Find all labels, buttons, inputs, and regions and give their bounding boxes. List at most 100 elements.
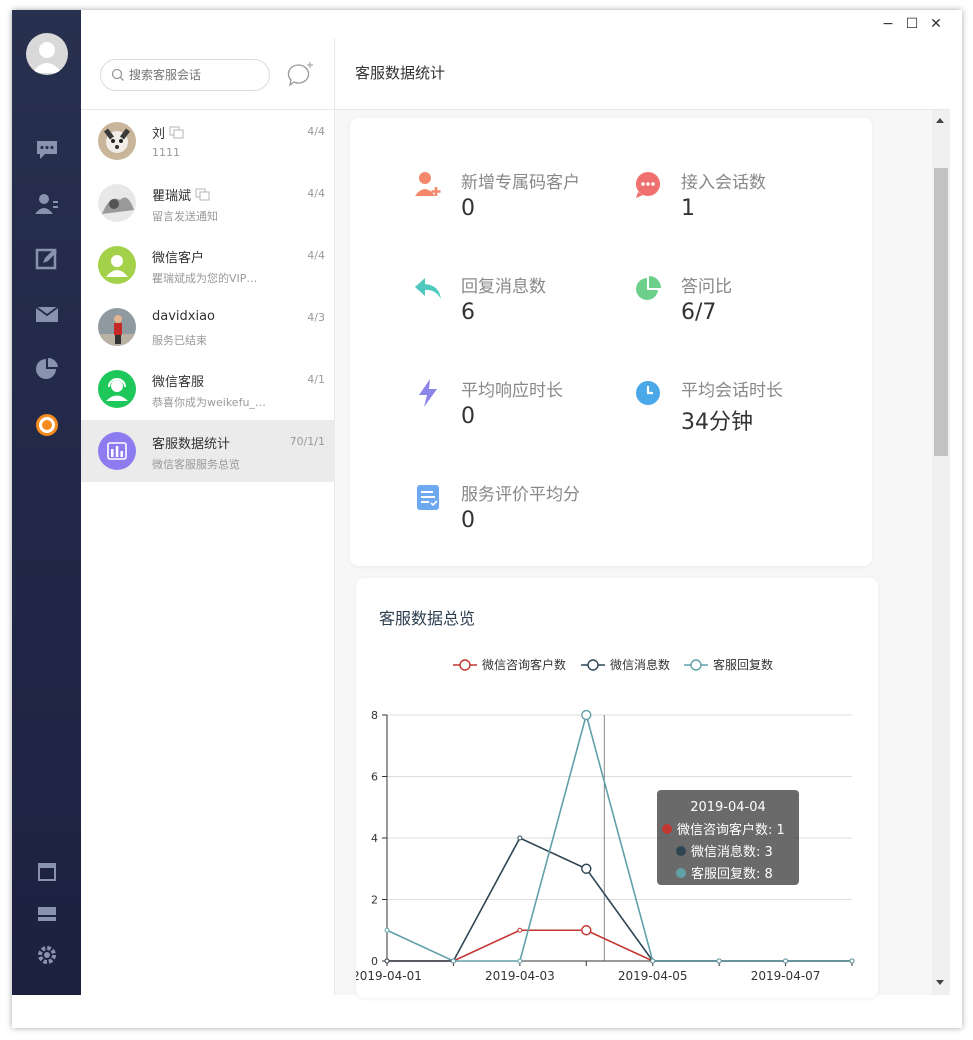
- stat-value: 0: [461, 196, 475, 221]
- conversation-preview: 瞿瑞斌成为您的VIP…: [152, 272, 258, 285]
- conversation-date: 4/4: [307, 249, 325, 262]
- new-chat-icon[interactable]: [286, 60, 316, 90]
- avatar: [98, 246, 136, 284]
- scroll-down-icon[interactable]: [936, 980, 944, 985]
- avatar: [98, 184, 136, 222]
- stat-label: 新增专属码客户: [461, 173, 580, 193]
- scroll-up-icon[interactable]: [936, 118, 944, 123]
- legend-item[interactable]: 微信消息数: [581, 657, 670, 672]
- conversation-name: 微信客服: [152, 375, 205, 390]
- conversation-item[interactable]: 微信客服恭喜你成为weikefu_… 4/1: [81, 358, 335, 420]
- window-icon[interactable]: [32, 857, 62, 887]
- search-input[interactable]: [129, 68, 249, 82]
- contacts-icon[interactable]: [32, 189, 62, 219]
- data-point: [450, 958, 456, 964]
- stat-item: 答问比 6/7: [633, 272, 853, 342]
- tooltip-marker: [676, 868, 686, 878]
- x-tick-label: 2019-04-05: [618, 969, 688, 983]
- y-tick-label: 2: [371, 894, 378, 907]
- conversation-name: davidxiao: [152, 309, 216, 324]
- stats-card: 新增专属码客户 0 接入会话数 1 回复消息数 6 答问比 6/7 平均响应时长 0 平均会话时长 3…: [350, 118, 872, 566]
- search-box[interactable]: [100, 59, 270, 91]
- chat-icon[interactable]: [32, 134, 62, 164]
- minimize-button[interactable]: −: [878, 14, 898, 34]
- conversation-name: 微信客户: [152, 251, 205, 266]
- x-tick-label: 2019-04-07: [751, 969, 821, 983]
- y-tick-label: 0: [371, 955, 378, 968]
- data-point: [517, 927, 523, 933]
- chart-card: 客服数据总览 微信咨询客户数 微信消息数 客服回复数 0 2 4 6 8 2019-04-01 2…: [356, 578, 878, 998]
- mail-icon[interactable]: [32, 299, 62, 329]
- conversation-item[interactable]: davidxiao 服务已结束 4/3: [81, 296, 335, 358]
- tooltip-line: 客服回复数: 8: [691, 866, 773, 882]
- close-button[interactable]: ✕: [926, 14, 946, 34]
- copy-icon: [169, 126, 184, 143]
- scrollbar[interactable]: [932, 110, 950, 995]
- tooltip-line: 微信咨询客户数: 1: [677, 822, 785, 838]
- app-window: − ☐ ✕ 刘11114/4瞿瑞斌留言发送通知4/4微信客户瞿瑞斌成为您的VIP…: [12, 10, 962, 1028]
- data-point: [581, 709, 592, 721]
- data-point: [384, 927, 390, 933]
- data-point: [716, 958, 722, 964]
- legend-item[interactable]: 微信咨询客户数: [453, 657, 566, 672]
- data-point: [783, 958, 789, 964]
- search-row: [81, 38, 335, 110]
- tooltip-marker: [676, 846, 686, 856]
- conversation-preview: 服务已结束: [152, 334, 207, 347]
- stat-value: 1: [681, 196, 695, 221]
- conversation-preview: 留言发送通知: [152, 210, 218, 223]
- stat-label: 服务评价平均分: [461, 485, 580, 505]
- conversation-preview: 1111: [152, 146, 180, 159]
- conversation-list: 刘 1111 4/4 瞿瑞斌留言发送通知 4/4 微信客户瞿瑞斌成为您的VIP… 4/4 da…: [81, 38, 335, 995]
- conversation-preview: 恭喜你成为weikefu_…: [152, 396, 266, 409]
- stat-label: 接入会话数: [681, 173, 766, 193]
- data-point: [517, 835, 523, 841]
- edit-icon[interactable]: [32, 244, 62, 274]
- legend-label: 微信咨询客户数: [482, 657, 566, 672]
- pie-chart-icon[interactable]: [32, 354, 62, 384]
- conversation-item[interactable]: 刘 1111 4/4: [81, 110, 335, 172]
- conversation-date: 70/1/1: [289, 435, 325, 448]
- search-icon: [111, 68, 124, 81]
- maximize-button[interactable]: ☐: [902, 14, 922, 34]
- conversation-name: 瞿瑞斌: [152, 185, 210, 205]
- stat-value: 6: [461, 300, 475, 325]
- stat-value: 0: [461, 508, 475, 533]
- stat-item: 平均响应时长 0: [413, 376, 633, 446]
- stat-item: 新增专属码客户 0: [413, 168, 633, 238]
- conversation-item[interactable]: 客服数据统计 微信客服服务总览 70/1/1: [81, 420, 335, 482]
- conversation-date: 4/4: [307, 125, 325, 138]
- line-chart: 微信咨询客户数 微信消息数 客服回复数 0 2 4 6 8 2019-04-01 2019-04-…: [356, 657, 855, 983]
- scrollbar-thumb[interactable]: [934, 168, 948, 456]
- device-icon[interactable]: [32, 899, 62, 929]
- conversation-item[interactable]: 瞿瑞斌 留言发送通知 4/4: [81, 172, 335, 234]
- copy-icon: [195, 188, 210, 205]
- stat-label: 平均响应时长: [461, 381, 563, 401]
- main-header: 客服数据统计: [335, 38, 950, 110]
- lightning-icon: [413, 378, 443, 408]
- form-icon: [413, 482, 443, 512]
- avatar: [98, 432, 136, 470]
- conversation-name: 刘: [152, 123, 184, 143]
- app-logo-icon[interactable]: [32, 410, 62, 440]
- legend-item[interactable]: 客服回复数: [684, 657, 773, 672]
- x-tick-label: 2019-04-03: [485, 969, 555, 983]
- conversation-date: 4/1: [307, 373, 325, 386]
- conversation-name: 客服数据统计: [152, 437, 231, 452]
- data-point: [849, 958, 855, 964]
- legend-marker: [459, 659, 471, 671]
- conversation-item[interactable]: 微信客户瞿瑞斌成为您的VIP… 4/4: [81, 234, 335, 296]
- tooltip-title: 2019-04-04: [690, 800, 766, 815]
- data-point: [581, 925, 592, 936]
- main-panel: 客服数据统计 新增专属码客户 0 接入会话数 1 回复消息数 6 答问比 6/7 平均响应时长 0…: [335, 38, 950, 998]
- settings-icon[interactable]: [32, 940, 62, 970]
- legend-marker: [587, 659, 599, 671]
- stat-item: 服务评价平均分 0: [413, 480, 633, 550]
- my-avatar[interactable]: [26, 33, 68, 75]
- tooltip-line: 微信消息数: 3: [691, 844, 773, 860]
- avatar: [98, 370, 136, 408]
- legend-label: 微信消息数: [610, 657, 670, 672]
- x-tick-label: 2019-04-01: [356, 969, 422, 983]
- chat-bubble-icon: [633, 170, 663, 200]
- y-tick-label: 8: [371, 709, 378, 722]
